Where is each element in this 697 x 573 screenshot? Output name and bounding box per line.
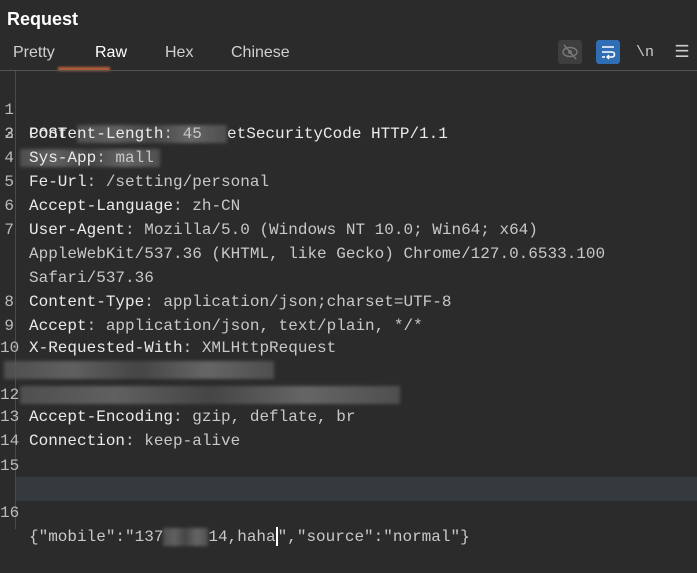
header-name: Accept-Encoding <box>29 408 174 426</box>
redacted-block <box>20 385 400 404</box>
editor-line: 9 Accept: application/json, text/plain, *… <box>4 317 423 335</box>
header-value: : XMLHttpRequest <box>182 339 337 357</box>
editor-line: 14 Connection: keep-alive <box>0 432 241 450</box>
editor-line: 11 <box>0 358 697 382</box>
header-name: Connection <box>29 432 126 450</box>
header-name: Content-Length <box>29 125 164 143</box>
body-text: ","source":"normal"} <box>277 528 470 546</box>
eye-slash-icon[interactable] <box>558 40 582 64</box>
header-name: Accept <box>29 317 87 335</box>
header-value: : zh-CN <box>173 197 241 215</box>
editor-line: 15 <box>0 457 20 475</box>
header-value: : Mozilla/5.0 (Windows NT 10.0; Win64; x… <box>125 221 538 239</box>
editor-line: 6 Accept-Language: zh-CN <box>4 197 241 215</box>
redacted-block <box>163 527 209 546</box>
editor-line-wrap: Safari/537.36 <box>0 266 697 290</box>
editor-line-wrap: AppleWebKit/537.36 (KHTML, like Gecko) C… <box>0 242 697 266</box>
editor-line: 10 X-Requested-With: XMLHttpRequest <box>0 339 337 357</box>
header-name: X-Requested-With <box>29 339 183 357</box>
editor-line: 3 Content-Length: 45 <box>4 125 202 143</box>
header-value: : /setting/personal <box>86 173 270 191</box>
header-value: : mall <box>96 149 154 167</box>
header-value: : gzip, deflate, br <box>173 408 356 426</box>
header-name: Content-Type <box>29 293 145 311</box>
header-value: : keep-alive <box>125 432 241 450</box>
body-text: 14,haha <box>208 528 276 546</box>
header-value: : application/json, text/plain, */* <box>86 317 423 335</box>
word-wrap-icon[interactable] <box>596 40 620 64</box>
header-name: Sys-App <box>29 149 97 167</box>
hamburger-menu-icon[interactable]: ☰ <box>670 40 694 64</box>
editor-line: 12 <box>0 383 697 407</box>
header-value: : application/json;charset=UTF-8 <box>144 293 452 311</box>
panel-title: Request <box>7 9 79 29</box>
request-editor[interactable]: 1 POST etSecurityCode HTTP/1.1 2 3 Conten… <box>0 71 697 547</box>
header-name: Fe-Url <box>29 173 87 191</box>
editor-line: 4 Sys-App: mall <box>4 149 154 167</box>
editor-line: 2 <box>0 98 697 167</box>
editor-line: 1 POST etSecurityCode HTTP/1.1 <box>4 101 448 143</box>
header-value-continued: Safari/537.36 <box>29 269 154 287</box>
redacted-block <box>4 360 274 379</box>
show-newlines-button[interactable]: \n <box>633 40 657 64</box>
editor-line: 13 Accept-Encoding: gzip, deflate, br <box>0 408 356 426</box>
editor-line: 8 Content-Type: application/json;charset=… <box>4 293 452 311</box>
editor-line: 5 Fe-Url: /setting/personal <box>4 173 270 191</box>
header-value-continued: AppleWebKit/537.36 (KHTML, like Gecko) C… <box>29 245 606 263</box>
header-value: : 45 <box>163 125 202 143</box>
body-text: {"mobile":"137 <box>29 528 164 546</box>
header-name: Accept-Language <box>29 197 174 215</box>
editor-line-current: 16 {"mobile":"137 14,haha ","source":"norm… <box>0 477 697 547</box>
header-name: User-Agent <box>29 221 126 239</box>
editor-line: 7 User-Agent: Mozilla/5.0 (Windows NT 10.… <box>4 221 538 239</box>
